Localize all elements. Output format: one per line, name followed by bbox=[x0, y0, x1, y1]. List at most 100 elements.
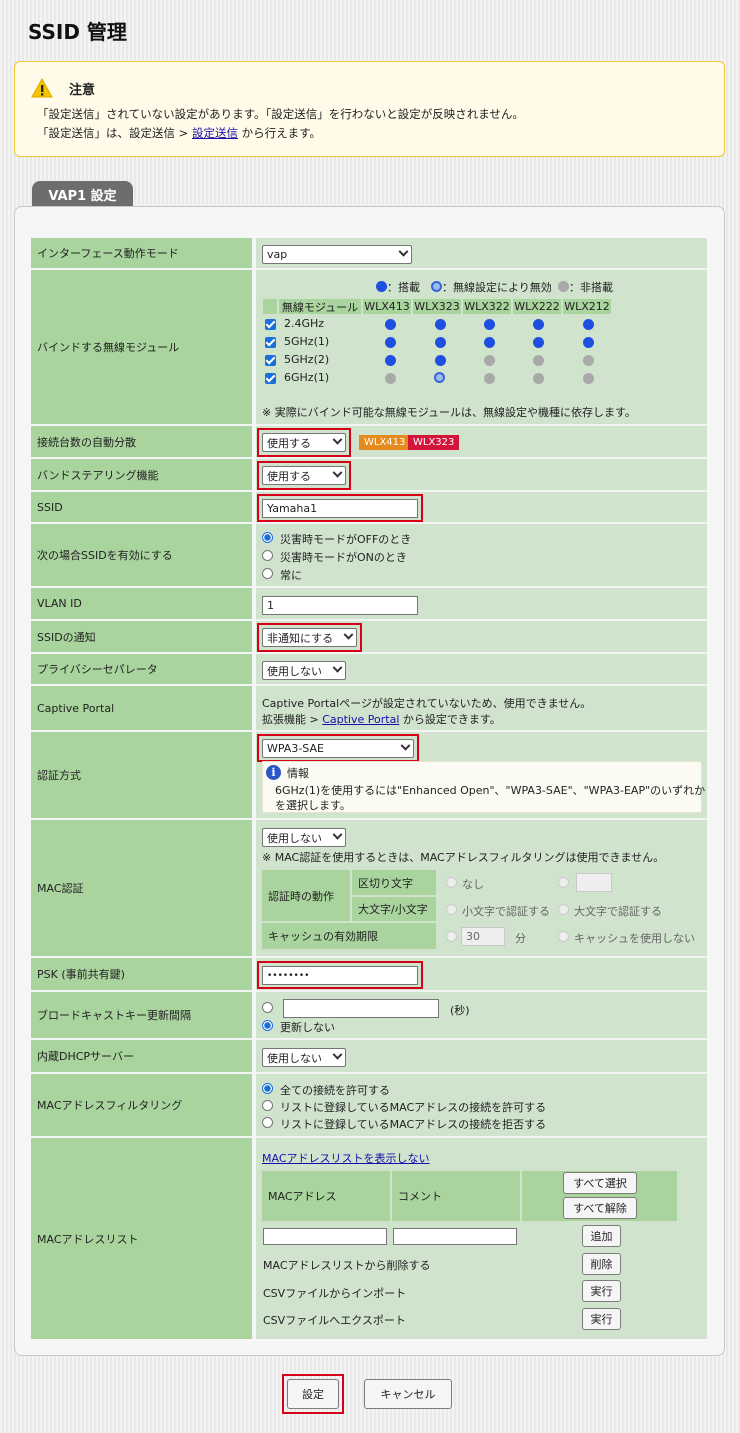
radio-label: リストに登録しているMACアドレスの接続を拒否する bbox=[280, 1118, 547, 1131]
cache-expire-label: キャッシュの有効期限 bbox=[262, 923, 436, 949]
status-dot-absent bbox=[385, 373, 396, 384]
row-vlan-id: VLAN ID 1 bbox=[31, 588, 707, 621]
band-2-4ghz-checkbox[interactable] bbox=[265, 319, 276, 330]
page-title: SSID 管理 bbox=[28, 20, 127, 44]
row-mac-list: MACアドレスリスト MACアドレスリストを表示しない MACアドレス コメント… bbox=[31, 1138, 707, 1339]
mac-auth-note: ※ MAC認証を使用するときは、MACアドレスフィルタリングは使用できません。 bbox=[262, 851, 665, 864]
dhcp-label: 内蔵DHCPサーバー bbox=[31, 1040, 254, 1072]
row-mac-auth: MAC認証 使用しない ※ MAC認証を使用するときは、MACアドレスフィルタリ… bbox=[31, 820, 707, 958]
import-label: CSVファイルからインポート bbox=[263, 1287, 407, 1300]
col-module: 無線モジュール bbox=[279, 299, 361, 314]
privacy-separator-select[interactable]: 使用しない bbox=[262, 661, 346, 680]
import-button[interactable]: 実行 bbox=[582, 1280, 621, 1302]
delimiter-label: 区切り文字 bbox=[352, 870, 436, 895]
band-5ghz1-checkbox[interactable] bbox=[265, 337, 276, 348]
broadcast-no-update-radio[interactable] bbox=[262, 1020, 273, 1031]
auto-distribution-label: 接続台数の自動分散 bbox=[31, 426, 254, 457]
band-5ghz2-checkbox[interactable] bbox=[265, 355, 276, 366]
band-6ghz1-checkbox[interactable] bbox=[265, 373, 276, 384]
row-mac-filter: MACアドレスフィルタリング 全ての接続を許可する リストに登録しているMACア… bbox=[31, 1074, 707, 1138]
export-button[interactable]: 実行 bbox=[582, 1308, 621, 1330]
radio-label: なし bbox=[462, 878, 484, 891]
legend-installed: ：搭載 bbox=[387, 281, 420, 294]
mac-filter-deny-list-radio[interactable] bbox=[262, 1117, 273, 1128]
cache-expire-radio[interactable] bbox=[446, 931, 457, 942]
captive-portal-hint: 拡張機能 > Captive Portal から設定できます。 bbox=[262, 713, 501, 726]
row-ssid-notify: SSIDの通知 非通知にする bbox=[31, 621, 707, 654]
mac-list-toggle-link[interactable]: MACアドレスリストを表示しない bbox=[262, 1150, 430, 1166]
broadcast-interval-input[interactable] bbox=[283, 999, 439, 1018]
row-captive-portal: Captive Portal Captive Portalページが設定されていな… bbox=[31, 686, 707, 732]
status-dot-installed bbox=[533, 319, 544, 330]
col-wlx212: WLX212 bbox=[563, 299, 611, 314]
radio-label: 小文字で認証する bbox=[462, 905, 550, 918]
ssid-enable-radio-off[interactable] bbox=[262, 532, 273, 543]
status-dot-absent bbox=[484, 373, 495, 384]
delimiter-custom-radio[interactable] bbox=[558, 877, 569, 888]
col-wlx323: WLX323 bbox=[413, 299, 461, 314]
captive-portal-link[interactable]: Captive Portal bbox=[322, 713, 399, 726]
mac-filter-allow-list-radio[interactable] bbox=[262, 1100, 273, 1111]
select-all-button[interactable]: すべて選択 bbox=[563, 1172, 637, 1194]
status-dot-absent bbox=[583, 355, 594, 366]
mac-auth-select[interactable]: 使用しない bbox=[262, 828, 346, 847]
ssid-enable-label: 次の場合SSIDを有効にする bbox=[31, 524, 254, 586]
comment-input[interactable] bbox=[393, 1228, 517, 1245]
interface-mode-select[interactable]: vap bbox=[262, 245, 412, 264]
band-label: 6GHz(1) bbox=[284, 371, 330, 384]
row-interface-mode: インターフェース動作モード vap bbox=[31, 238, 707, 270]
row-bind-modules: バインドする無線モジュール ：搭載 ：無線設定により無効 ：非搭載 無線モジュー… bbox=[31, 270, 707, 426]
delimiter-custom-input[interactable] bbox=[576, 873, 612, 892]
ssid-label: SSID bbox=[31, 492, 254, 522]
deselect-all-button[interactable]: すべて解除 bbox=[563, 1197, 637, 1219]
radio-label: 災害時モードがONのとき bbox=[280, 551, 407, 564]
mac-filter-label: MACアドレスフィルタリング bbox=[31, 1074, 254, 1136]
col-wlx413: WLX413 bbox=[363, 299, 411, 314]
interface-mode-label: インターフェース動作モード bbox=[31, 238, 254, 268]
status-dot-installed bbox=[385, 355, 396, 366]
status-dot-installed bbox=[435, 355, 446, 366]
delimiter-none-radio[interactable] bbox=[446, 877, 457, 888]
broadcast-interval-radio[interactable] bbox=[262, 1002, 273, 1013]
cache-none-radio[interactable] bbox=[558, 931, 569, 942]
notice-line-1: 「設定送信」されていない設定があります。「設定送信」を行わないと設定が反映されま… bbox=[37, 107, 524, 121]
psk-label: PSK (事前共有鍵) bbox=[31, 958, 254, 990]
row-dhcp: 内蔵DHCPサーバー 使用しない bbox=[31, 1040, 707, 1074]
case-lower-radio[interactable] bbox=[446, 904, 457, 915]
delete-label: MACアドレスリストから削除する bbox=[263, 1259, 431, 1272]
send-settings-link[interactable]: 設定送信 bbox=[192, 126, 238, 140]
bind-modules-note: ※ 実際にバインド可能な無線モジュールは、無線設定や機種に依存します。 bbox=[262, 406, 636, 419]
row-ssid: SSID Yamaha1 bbox=[31, 492, 707, 524]
cache-expire-input[interactable]: 30 bbox=[461, 927, 505, 946]
row-broadcast-key: ブロードキャストキー更新間隔 (秒) 更新しない bbox=[31, 992, 707, 1040]
radio-label: 災害時モードがOFFのとき bbox=[280, 533, 412, 546]
ssid-enable-radio-on[interactable] bbox=[262, 550, 273, 561]
add-button[interactable]: 追加 bbox=[582, 1225, 621, 1247]
mac-filter-allow-all-radio[interactable] bbox=[262, 1083, 273, 1094]
status-dot-installed bbox=[435, 319, 446, 330]
col-wlx322: WLX322 bbox=[463, 299, 511, 314]
status-dot-absent bbox=[484, 355, 495, 366]
legend-absent-dot bbox=[558, 281, 569, 292]
band-label: 5GHz(2) bbox=[284, 353, 330, 366]
vlan-id-input[interactable]: 1 bbox=[262, 596, 418, 615]
col-mac-address: MACアドレス bbox=[262, 1171, 390, 1221]
legend-installed-dot bbox=[376, 281, 387, 292]
row-band-steering: バンドステアリング機能 使用する bbox=[31, 459, 707, 492]
dhcp-select[interactable]: 使用しない bbox=[262, 1048, 346, 1067]
case-label: 大文字/小文字 bbox=[352, 897, 436, 921]
info-line-2: を選択します。 bbox=[275, 799, 351, 812]
radio-label: キャッシュを使用しない bbox=[574, 932, 695, 945]
case-upper-radio[interactable] bbox=[558, 904, 569, 915]
ssid-enable-radio-always[interactable] bbox=[262, 568, 273, 579]
cancel-button[interactable]: キャンセル bbox=[364, 1379, 452, 1409]
tab-vap1-settings[interactable]: VAP1 設定 bbox=[32, 181, 133, 207]
delete-button[interactable]: 削除 bbox=[582, 1253, 621, 1275]
status-dot-installed bbox=[583, 319, 594, 330]
legend-absent: ：非搭載 bbox=[569, 281, 613, 294]
row-psk: PSK (事前共有鍵) •••••••• bbox=[31, 958, 707, 992]
status-dot-installed bbox=[484, 337, 495, 348]
mac-address-input[interactable] bbox=[263, 1228, 387, 1245]
band-label: 2.4GHz bbox=[284, 317, 325, 330]
status-dot-installed bbox=[385, 337, 396, 348]
